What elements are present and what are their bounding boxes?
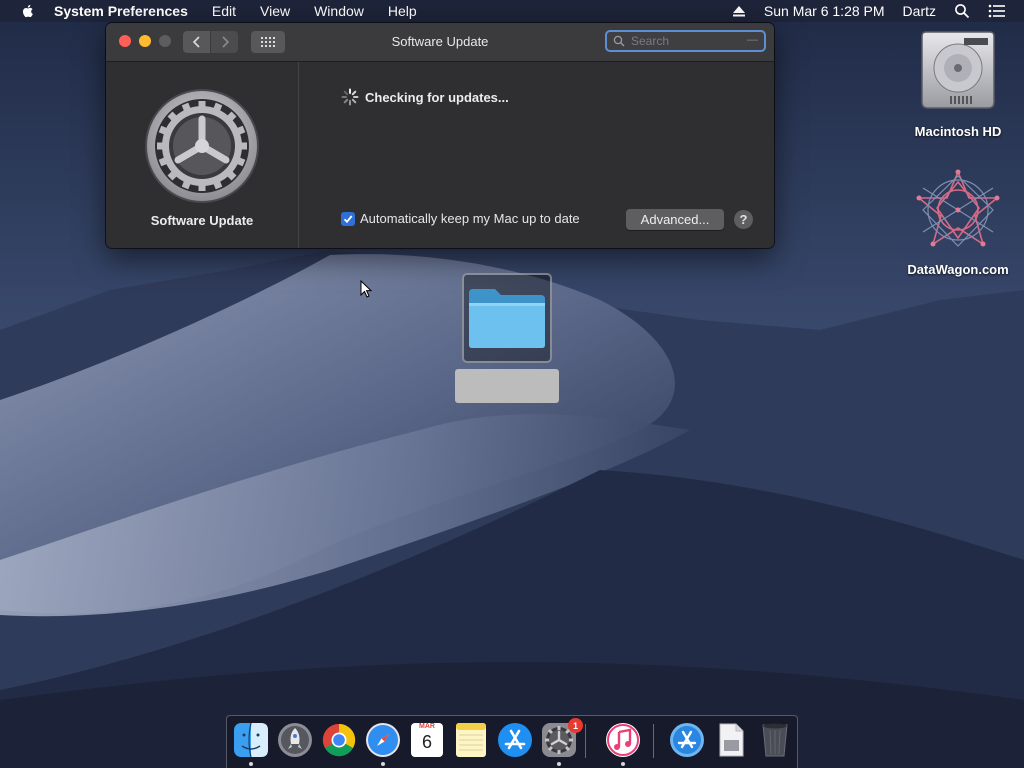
desktop-icon-label: Macintosh HD (914, 124, 1002, 139)
chrome-icon (322, 723, 356, 757)
software-update-gear-icon (145, 89, 259, 203)
auto-update-option[interactable]: Automatically keep my Mac up to date (341, 211, 580, 226)
loading-spinner-icon (341, 88, 359, 106)
search-icon (613, 35, 625, 47)
folder-selection-highlight[interactable] (462, 273, 552, 363)
desktop-icon-datawagon[interactable]: DataWagon.com (900, 168, 1016, 277)
desktop-icon-folder[interactable] (455, 273, 559, 403)
menu-help[interactable]: Help (388, 3, 417, 19)
running-indicator (381, 762, 385, 766)
dock-item-calendar[interactable]: MAR 6 (409, 722, 445, 758)
folder-name-label[interactable] (455, 369, 559, 403)
notes-icon (456, 723, 486, 757)
status-text: Checking for updates... (365, 89, 509, 105)
safari-icon (366, 723, 400, 757)
menu-bar: System Preferences Edit View Window Help… (0, 0, 1024, 22)
dock-item-trash[interactable] (757, 722, 793, 758)
hard-drive-icon (921, 31, 995, 109)
menu-window[interactable]: Window (314, 3, 364, 19)
finder-icon (234, 722, 268, 758)
software-update-window: Software Update — (106, 23, 774, 248)
menu-user[interactable]: Dartz (903, 3, 936, 19)
document-icon (719, 723, 744, 757)
itunes-icon (606, 723, 640, 757)
auto-update-label[interactable]: Automatically keep my Mac up to date (360, 211, 580, 226)
dock-item-finder[interactable] (233, 722, 269, 766)
applications-folder-icon (670, 723, 704, 757)
desktop-icon-macintosh-hd[interactable]: Macintosh HD (900, 30, 1016, 139)
menu-edit[interactable]: Edit (212, 3, 236, 19)
trash-icon (762, 723, 788, 757)
auto-update-checkbox[interactable] (341, 211, 355, 226)
search-input[interactable] (631, 34, 751, 48)
apple-menu-icon[interactable] (20, 3, 36, 19)
datawagon-icon (916, 169, 1000, 247)
app-store-icon (498, 723, 532, 757)
window-titlebar[interactable]: Software Update — (106, 23, 774, 62)
dock-item-document[interactable] (713, 722, 749, 758)
calendar-month: MAR (419, 723, 435, 730)
help-button[interactable]: ? (734, 210, 753, 229)
notification-badge: 1 (568, 718, 583, 733)
running-indicator (557, 762, 561, 766)
calendar-day: 6 (421, 732, 432, 752)
menu-view[interactable]: View (260, 3, 290, 19)
menu-app-name[interactable]: System Preferences (54, 3, 188, 19)
launchpad-icon (278, 723, 312, 757)
pane-title: Software Update (150, 213, 254, 228)
search-clear-icon[interactable]: — (747, 34, 758, 46)
update-status: Checking for updates... (341, 88, 509, 106)
dock-item-launchpad[interactable] (277, 722, 313, 758)
dock-separator (585, 724, 586, 758)
dock-item-applications[interactable] (669, 722, 705, 758)
running-indicator (621, 762, 625, 766)
folder-icon (469, 289, 545, 348)
spotlight-search-icon[interactable] (954, 3, 970, 19)
dock-item-app-store[interactable] (497, 722, 533, 758)
menu-clock[interactable]: Sun Mar 6 1:28 PM (764, 3, 885, 19)
dock: MAR 6 1 (226, 715, 798, 768)
mouse-cursor-icon (360, 280, 372, 298)
dock-separator (653, 724, 654, 758)
dock-item-chrome[interactable] (321, 722, 357, 758)
dock-item-notes[interactable] (453, 722, 489, 758)
running-indicator (249, 762, 253, 766)
dock-item-system-preferences[interactable]: 1 (541, 718, 583, 766)
eject-icon[interactable] (732, 4, 746, 18)
dock-item-safari[interactable] (365, 722, 401, 766)
notification-center-icon[interactable] (988, 4, 1006, 18)
advanced-button[interactable]: Advanced... (626, 209, 724, 230)
desktop-icon-label: DataWagon.com (907, 262, 1009, 277)
preference-pane-sidebar: Software Update (106, 62, 299, 248)
checkmark-icon (343, 214, 353, 223)
dock-item-itunes[interactable] (605, 722, 641, 766)
search-field[interactable]: — (605, 30, 766, 52)
